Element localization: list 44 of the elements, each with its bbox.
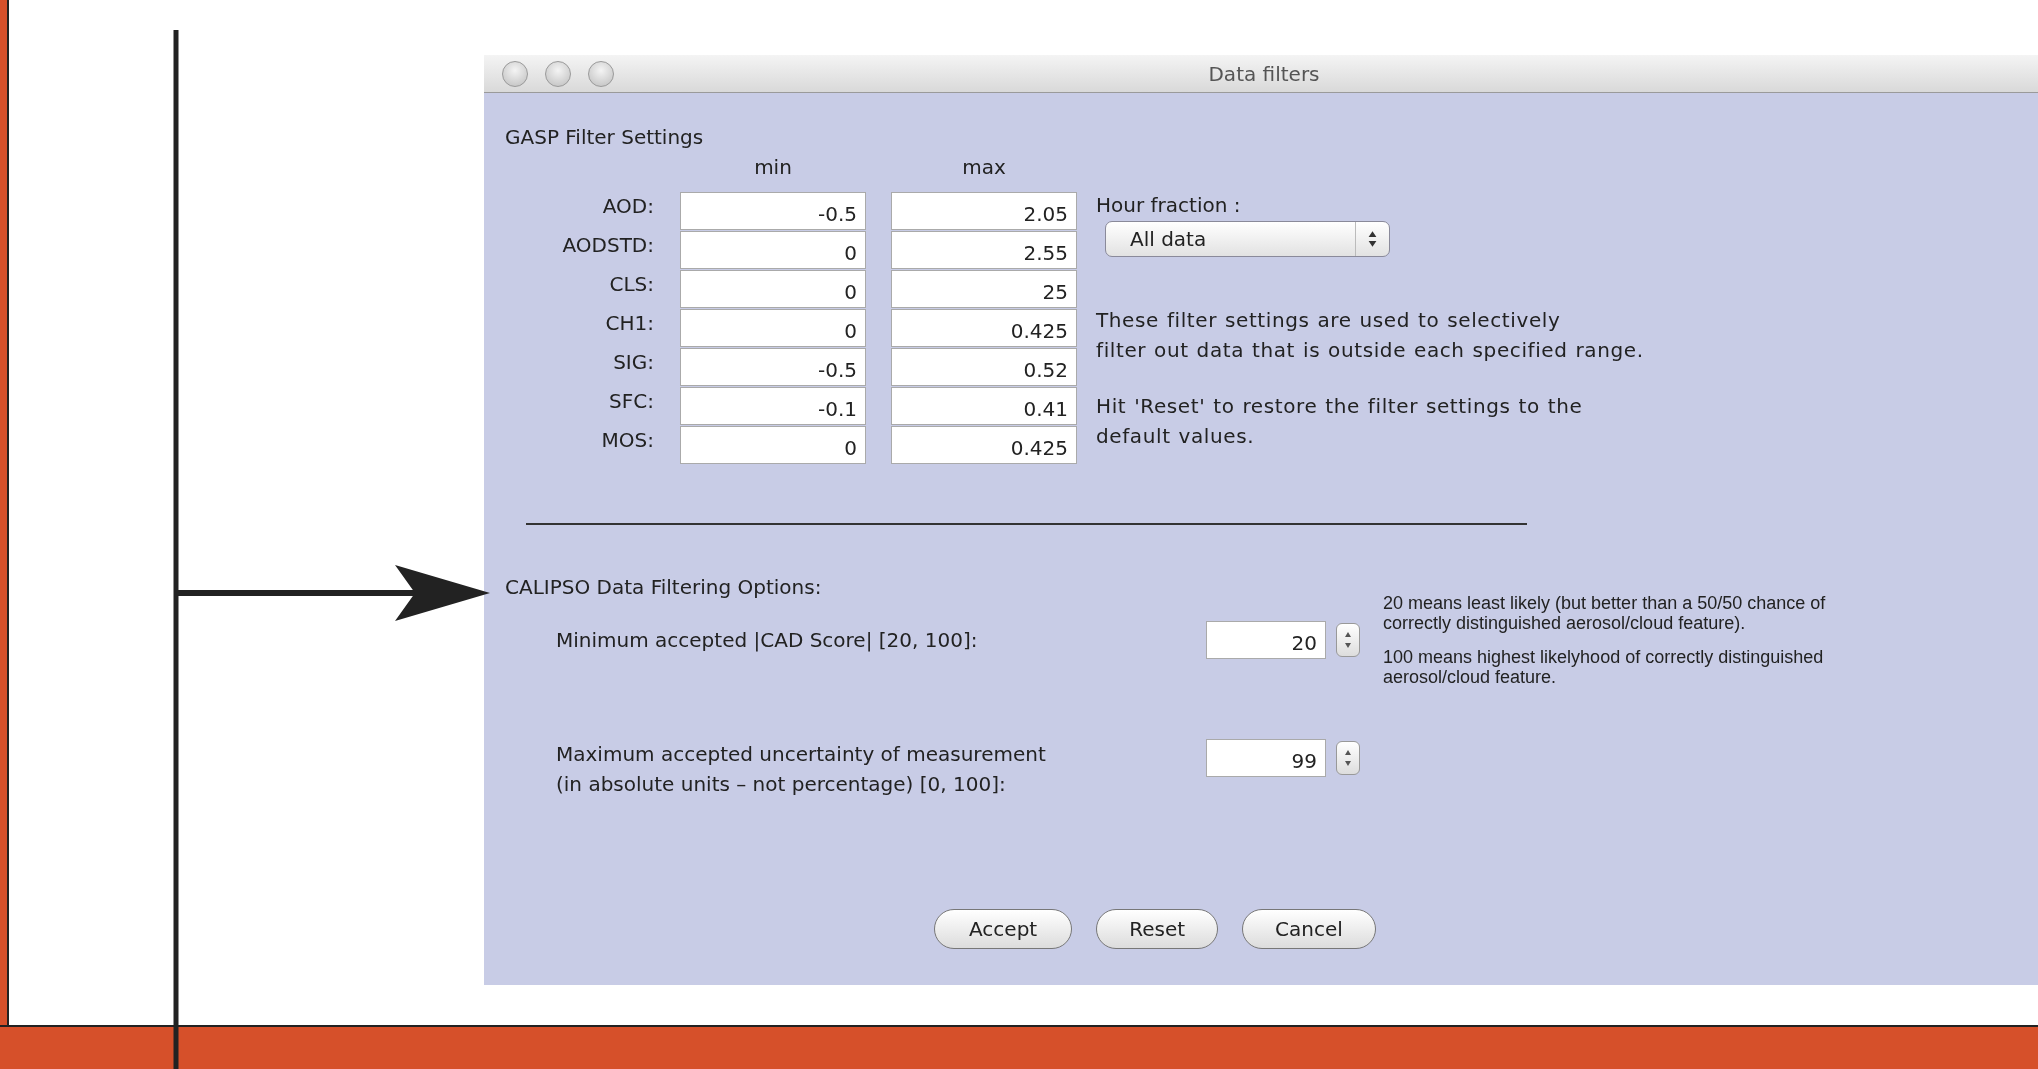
min-field[interactable]: -0.5	[680, 192, 866, 230]
dialog-button[interactable]: Reset	[1096, 909, 1219, 949]
max-field[interactable]: 0.52	[891, 348, 1077, 386]
max-field[interactable]: 2.05	[891, 192, 1077, 230]
dialog-button[interactable]: Cancel	[1242, 909, 1376, 949]
max-field[interactable]: 25	[891, 270, 1077, 308]
window-title: Data filters	[1207, 61, 1321, 86]
hour-fraction-select[interactable]: All data	[1105, 221, 1390, 257]
min-field[interactable]: 0	[680, 426, 866, 464]
row-label: SFC:	[608, 389, 654, 413]
min-field[interactable]: -0.5	[680, 348, 866, 386]
row-label: CH1:	[604, 311, 654, 335]
min-field[interactable]: 0	[680, 270, 866, 308]
row-label: AODSTD:	[561, 233, 654, 257]
option-label: Minimum accepted |CAD Score| [20, 100]:	[556, 627, 979, 654]
window-control-icon[interactable]	[588, 60, 614, 87]
row-label: CLS:	[608, 272, 654, 296]
spinner-field[interactable]: 20	[1206, 621, 1326, 659]
help-note: 100 means highest likelyhood of correctly distinguished aerosol/cloud feature.	[1383, 647, 1825, 687]
hour-fraction-label: Hour fraction :	[1096, 193, 1241, 217]
description-text: These filter settings are used to selectively filter out data that is outside each specified range.	[1096, 307, 1644, 364]
row-label: SIG:	[612, 350, 654, 374]
option-label: Maximum accepted uncertainty of measurement (in absolute units – not percentage) [0, 100]:	[556, 741, 1047, 798]
max-field[interactable]: 2.55	[891, 231, 1077, 269]
window-control-icon[interactable]	[545, 60, 571, 87]
min-field[interactable]: 0	[680, 309, 866, 347]
row-label: AOD:	[601, 194, 654, 218]
min-field[interactable]: 0	[680, 231, 866, 269]
stepper-button[interactable]	[1336, 741, 1360, 775]
max-field[interactable]: 0.41	[891, 387, 1077, 425]
section-title: CALIPSO Data Filtering Options:	[505, 575, 822, 599]
column-header: min	[753, 155, 793, 181]
description-text: Hit 'Reset' to restore the filter settings to the default values.	[1096, 393, 1583, 450]
row-label: MOS:	[600, 428, 654, 452]
spinner-field[interactable]: 99	[1206, 739, 1326, 777]
window-control-icon[interactable]	[502, 60, 528, 87]
min-field[interactable]: -0.1	[680, 387, 866, 425]
section-title: GASP Filter Settings	[505, 125, 704, 149]
dialog-button[interactable]: Accept	[934, 909, 1073, 949]
stepper-button[interactable]	[1336, 623, 1360, 657]
max-field[interactable]: 0.425	[891, 426, 1077, 464]
max-field[interactable]: 0.425	[891, 309, 1077, 347]
column-header: max	[961, 155, 1007, 181]
help-note: 20 means least likely (but better than a 50/50 chance of correctly distinguished aerosol/cloud feature).	[1383, 593, 1827, 633]
